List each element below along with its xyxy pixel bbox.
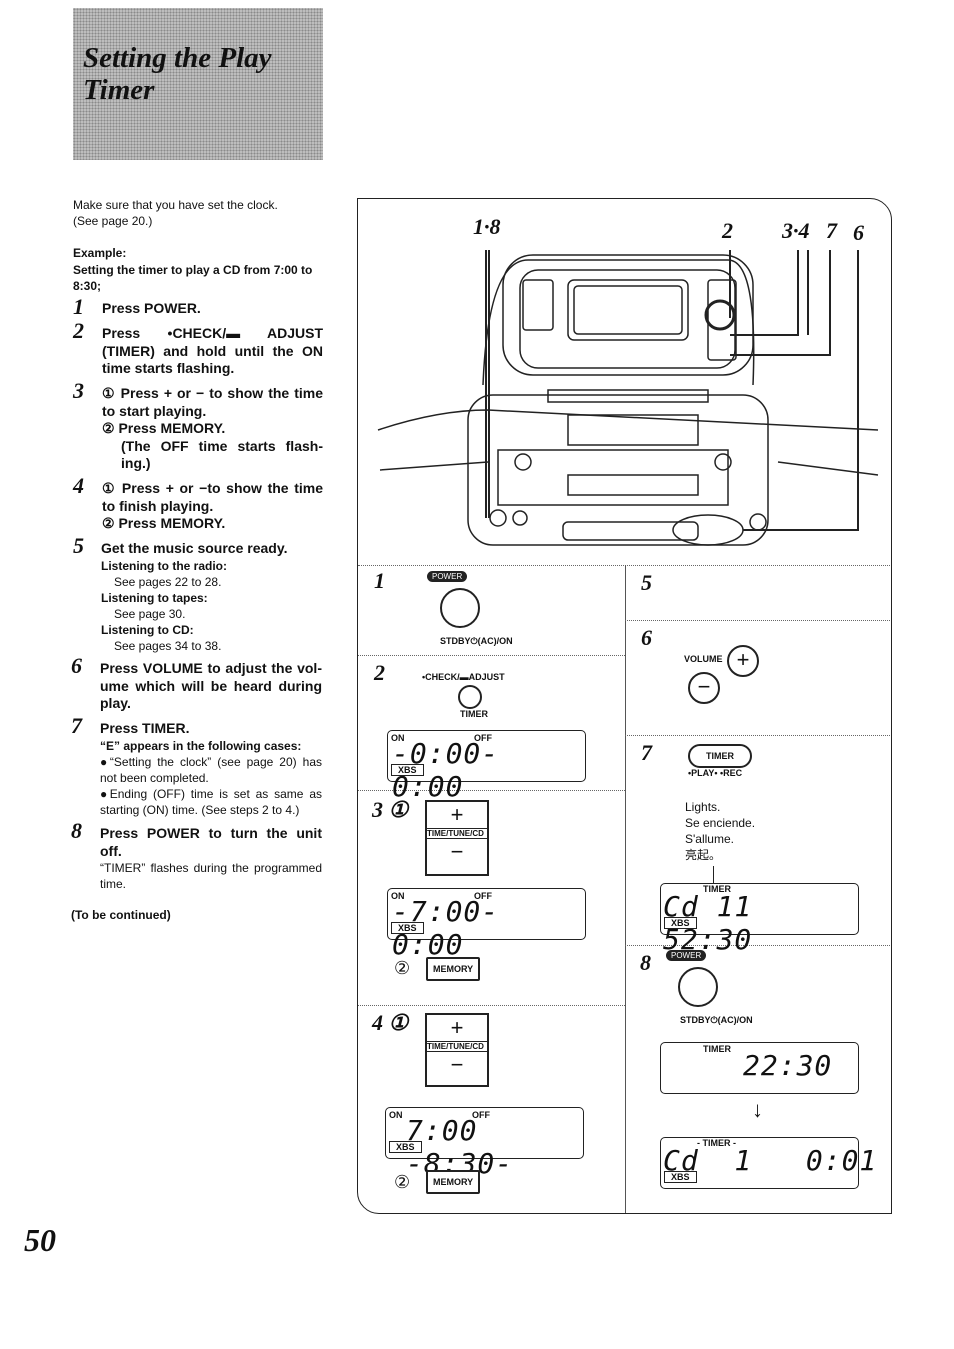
step-number: 3 [73, 378, 84, 403]
callout-2: 2 [722, 218, 733, 243]
plus-minus-buttons[interactable]: + TIME/TUNE/CD − [425, 1013, 489, 1087]
power-button-icon[interactable] [678, 967, 718, 1007]
power-caption: STDBY⏻(AC)/ON [440, 636, 513, 646]
diagram-step-2: 2 [374, 660, 385, 685]
plus-minus-buttons[interactable]: + TIME/TUNE/CD − [425, 800, 489, 876]
memory-button[interactable]: MEMORY [426, 957, 481, 981]
callout-3-4: 3·4 [782, 218, 810, 243]
step-number: 1 [73, 294, 84, 319]
step-3-text: ① Press + or − to show the time to start… [102, 385, 323, 471]
timer-button-icon[interactable] [458, 685, 482, 709]
memory-button[interactable]: MEMORY [426, 1170, 481, 1194]
lcd-display: ON OFF -0:00- 0:00 XBS [387, 730, 586, 803]
page-number: 50 [24, 1222, 56, 1258]
timer-label: TIMER [460, 709, 488, 719]
step-8-text: Press POWER to turn the unit off. “TIMER… [100, 825, 322, 891]
manual-page: Setting the Play Timer Make sure that you… [0, 0, 954, 1349]
diagram-step-3: 3 ① [372, 797, 409, 822]
callout-6: 6 [853, 220, 864, 245]
page-title: Setting the Play Timer [83, 42, 272, 106]
diagram-step-5: 5 [641, 570, 652, 595]
callout-7: 7 [826, 218, 837, 243]
diagram-step-4: 4 ① [372, 1010, 409, 1035]
step-1-text: Press POWER. [102, 300, 201, 316]
step-6-text: Press VOLUME to adjust the vol­ume which… [100, 660, 322, 711]
example-label: Example: [73, 246, 127, 260]
lcd-display: TIMER 22:30 [660, 1042, 859, 1094]
play-rec-label: •PLAY• •REC [688, 768, 743, 778]
diagram-step-8: 8 [640, 950, 651, 975]
step-number: 5 [73, 533, 84, 558]
step-number: 2 [73, 318, 84, 343]
diagram-step-1: 1 [374, 568, 385, 593]
volume-up-button[interactable]: + [727, 645, 759, 677]
title-banner: Setting the Play Timer [73, 8, 323, 160]
step-number: 8 [71, 818, 82, 843]
step-number: 7 [71, 713, 82, 738]
step-number: 4 [73, 473, 84, 498]
step-number: 6 [71, 653, 82, 678]
step-4-text: ① Press + or −to show the time to finish… [102, 480, 323, 531]
step-7-text: Press TIMER. “E” appears in the followin… [100, 720, 322, 817]
power-label: POWER [427, 571, 468, 582]
lcd-display: ON OFF -7:00- 0:00 XBS [387, 888, 586, 961]
lcd-display: - TIMER - Cd 1 0:01 XBS [660, 1137, 876, 1189]
example-text: Setting the timer to play a CD from 7:00… [73, 263, 313, 293]
diagram-step-7: 7 [641, 740, 652, 765]
lcd-display: TIMER Cd 11 52:30 XBS [660, 883, 859, 956]
power-button-icon[interactable] [440, 588, 480, 628]
device-illustration [377, 250, 879, 546]
intro: Make sure that you have set the clock. (S… [73, 198, 278, 228]
lcd-display: ON OFF 7:00 -8:30- XBS [385, 1107, 584, 1180]
diagram-step-6: 6 [641, 625, 652, 650]
substep-2: ② [394, 958, 411, 978]
lights-text: Lights. Se enciende. S'allume. 亮起。 [685, 800, 756, 862]
step-2-text: Press •CHECK/▬ ADJUST (TIMER) and hold u… [102, 325, 323, 376]
to-be-continued: (To be continued) [71, 908, 171, 922]
arrow-down-icon: ↓ [752, 1097, 763, 1122]
power-caption: STDBY⏻(AC)/ON [680, 1015, 753, 1025]
step-5-text: Get the music source ready. Listening to… [101, 540, 288, 653]
volume-label: VOLUME [684, 654, 723, 664]
substep-2: ② [394, 1172, 411, 1192]
callout-1-8: 1·8 [473, 214, 501, 239]
check-adjust-label: •CHECK/▬ADJUST [422, 672, 505, 682]
volume-down-button[interactable]: − [688, 672, 720, 704]
power-label: POWER [666, 950, 707, 961]
timer-button[interactable]: TIMER [688, 744, 752, 768]
